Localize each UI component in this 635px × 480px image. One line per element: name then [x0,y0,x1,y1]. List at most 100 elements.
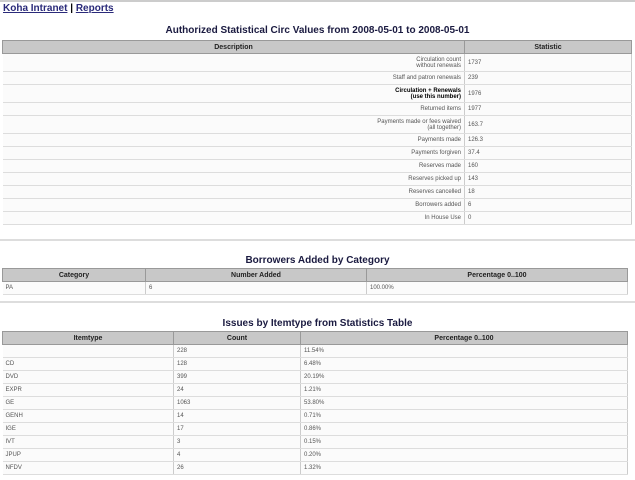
statistic-cell: 163.7 [464,115,632,134]
reports-link[interactable]: Reports [76,3,114,14]
table-row: NFDV 26 1.32% [2,461,628,475]
description-cell: In House Use [2,211,465,225]
statistic-cell: 1977 [464,102,632,116]
table-row: PA 6 100.00% [2,281,628,295]
description-cell: Payments made or fees waived (all togethe… [2,115,465,134]
issues-table: Itemtype Count Percentage 0..100 228 11.54%… [2,331,628,475]
table-row: Reserves cancelled 18 [2,185,632,199]
percentage-cell: 0.86% [300,422,628,436]
divider [0,239,635,241]
table-row: Staff and patron renewals 239 [2,71,632,85]
description-text: Reserves picked up [408,176,461,182]
statistic-cell: 1737 [464,53,632,72]
description-cell: Reserves made [2,159,465,173]
itemtype-cell: DVD [2,370,174,384]
table-row: Circulation + Renewals (use this number) 1… [2,84,632,103]
table-row: Payments made or fees waived (all togethe… [2,115,632,134]
statistic-cell: 160 [464,159,632,173]
description-cell: Returned items [2,102,465,116]
issues-title: Issues by Itemtype from Statistics Table [222,318,413,329]
table-row: 228 11.54% [2,344,628,358]
count-cell: 24 [173,383,301,397]
count-cell: 1063 [173,396,301,410]
description-cell: Payments made [2,133,465,147]
description-cell: Circulation count without renewals [2,53,465,72]
description-cell: Circulation + Renewals (use this number) [2,84,465,103]
percentage-cell: 100.00% [366,281,628,295]
description-text: Payments made [417,137,461,143]
percentage-cell: 0.71% [300,409,628,423]
top-border [0,0,635,2]
itemtype-cell: EXPR [2,383,174,397]
table-row: EXPR 24 1.21% [2,383,628,397]
itemtype-cell: NFDV [2,461,174,475]
percentage-cell: 0.20% [300,448,628,462]
header-category: Category [2,268,146,282]
koha-intranet-link[interactable]: Koha Intranet [3,3,67,14]
description-text: Reserves made [418,163,461,169]
description-cell: Reserves cancelled [2,185,465,199]
table-row: Circulation count without renewals 1737 [2,53,632,72]
itemtype-cell: JPUP [2,448,174,462]
percentage-cell: 0.15% [300,435,628,449]
table-row: JPUP 4 0.20% [2,448,628,462]
category-cell: PA [2,281,146,295]
description-text: Borrowers added [415,202,461,208]
description-cell: Payments forgiven [2,146,465,160]
description-text: Reserves cancelled [408,189,461,195]
count-cell: 4 [173,448,301,462]
header-number-added: Number Added [145,268,367,282]
statistic-cell: 0 [464,211,632,225]
table-row: DVD 399 20.19% [2,370,628,384]
statistic-cell: 239 [464,71,632,85]
table-row: CD 128 6.48% [2,357,628,371]
table-row: Payments made 126.3 [2,133,632,147]
number-added-cell: 6 [145,281,367,295]
itemtype-cell: GE [2,396,174,410]
count-cell: 17 [173,422,301,436]
count-cell: 14 [173,409,301,423]
itemtype-cell: IVT [2,435,174,449]
breadcrumb: Koha Intranet | Reports [3,3,114,14]
count-cell: 399 [173,370,301,384]
description-subtext: without renewals [416,62,461,69]
header-statistic: Statistic [464,40,632,54]
statistic-cell: 143 [464,172,632,186]
table-row: GENH 14 0.71% [2,409,628,423]
percentage-cell: 6.48% [300,357,628,371]
header-percentage: Percentage 0..100 [300,331,628,345]
statistic-cell: 1976 [464,84,632,103]
description-text: In House Use [424,215,461,221]
percentage-cell: 1.21% [300,383,628,397]
count-cell: 26 [173,461,301,475]
description-cell: Reserves picked up [2,172,465,186]
circ-title: Authorized Statistical Circ Values from … [165,25,470,36]
description-text: Staff and patron renewals [392,75,461,81]
description-subtext: (use this number) [410,93,461,100]
header-percentage: Percentage 0..100 [366,268,628,282]
table-row: IGE 17 0.86% [2,422,628,436]
borrowers-table: Category Number Added Percentage 0..100 PA… [2,268,628,295]
table-row: Reserves made 160 [2,159,632,173]
table-row: IVT 3 0.15% [2,435,628,449]
description-cell: Borrowers added [2,198,465,212]
description-subtext: (all together) [427,124,461,131]
table-row: GE 1063 53.80% [2,396,628,410]
header-count: Count [173,331,301,345]
table-row: Returned items 1977 [2,102,632,116]
circ-table: Description Statistic Circulation count wi… [2,40,632,225]
header-description: Description [2,40,465,54]
itemtype-cell: GENH [2,409,174,423]
statistic-cell: 18 [464,185,632,199]
itemtype-cell [2,344,174,358]
count-cell: 3 [173,435,301,449]
count-cell: 128 [173,357,301,371]
table-row: In House Use 0 [2,211,632,225]
table-row: Borrowers added 6 [2,198,632,212]
itemtype-cell: IGE [2,422,174,436]
count-cell: 228 [173,344,301,358]
description-text: Payments forgiven [411,150,461,156]
statistic-cell: 126.3 [464,133,632,147]
header-itemtype: Itemtype [2,331,174,345]
percentage-cell: 1.32% [300,461,628,475]
